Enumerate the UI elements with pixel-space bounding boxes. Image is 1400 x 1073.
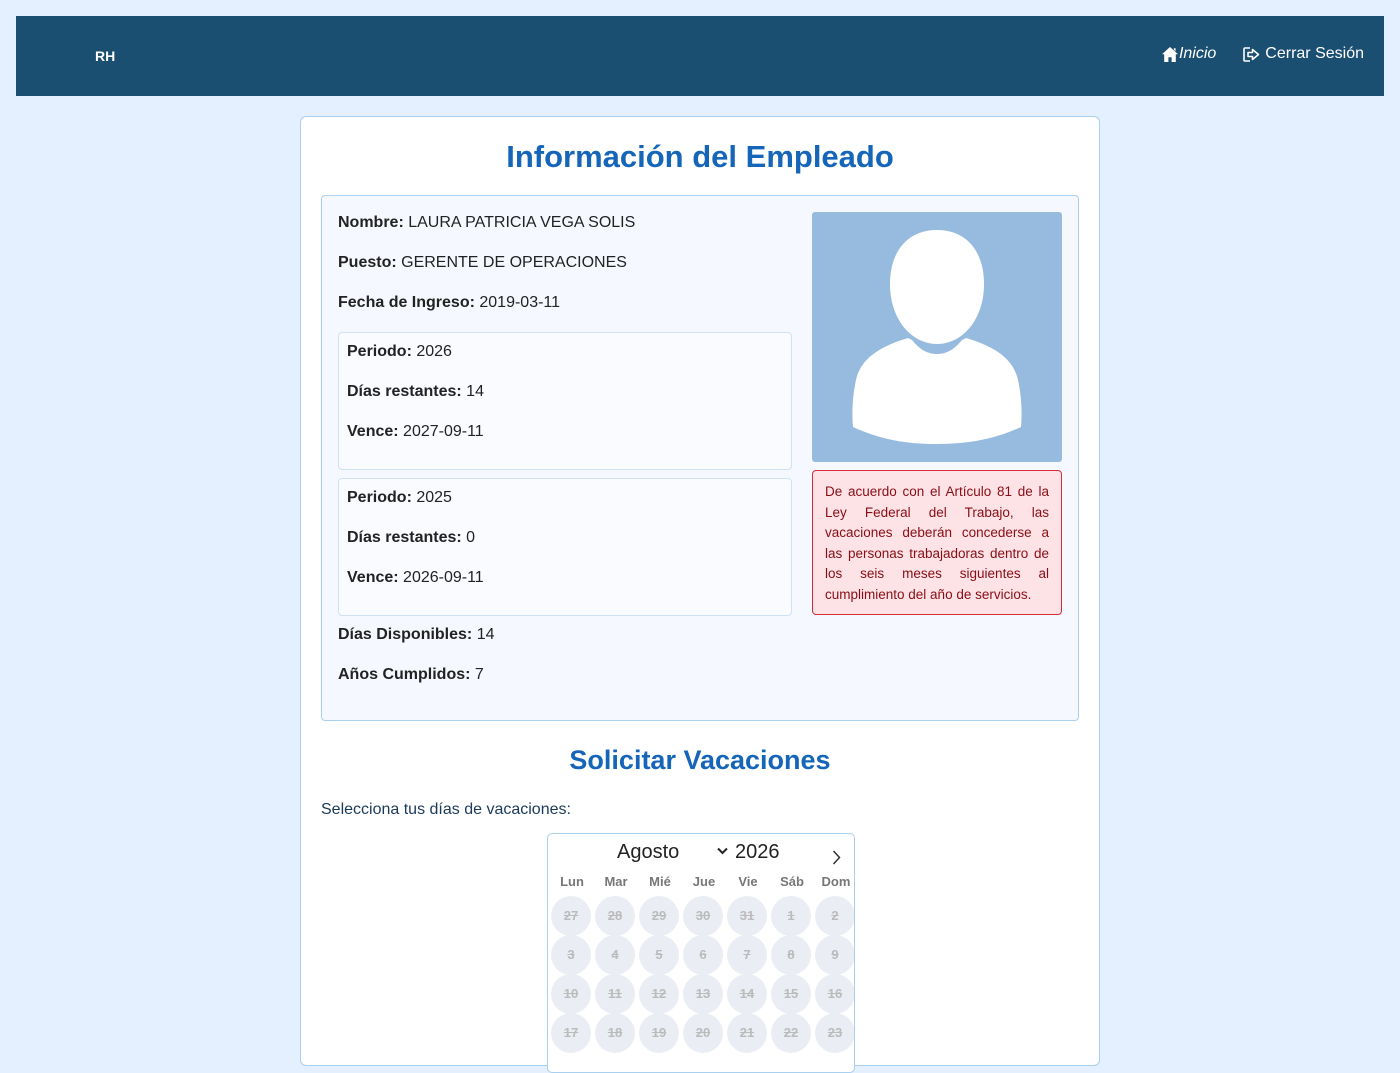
position-label: Puesto:	[338, 254, 397, 271]
main-card: Información del Empleado Nombre: LAURA P…	[300, 116, 1100, 1073]
calendar-day-disabled[interactable]: 8	[771, 935, 811, 975]
weekday-label: Sáb	[780, 874, 804, 889]
hire-date-label: Fecha de Ingreso:	[338, 294, 475, 311]
period-label: Periodo:	[347, 343, 412, 360]
weekday-label: Jue	[692, 874, 716, 889]
weekday-label: Vie	[738, 874, 758, 889]
calendar-day-disabled[interactable]: 28	[595, 896, 635, 936]
period-card: Periodo: 2025 Días restantes: 0 Vence: 2…	[338, 478, 792, 616]
page-title: Información del Empleado	[506, 139, 894, 174]
calendar-day-disabled[interactable]: 16	[815, 974, 854, 1014]
chevron-right-icon[interactable]	[832, 850, 841, 865]
years-completed-label: Años Cumplidos:	[338, 666, 471, 683]
expires-label: Vence:	[347, 423, 399, 440]
calendar-day-disabled[interactable]: 22	[771, 1013, 811, 1053]
logout-link[interactable]: Cerrar Sesión	[1243, 45, 1364, 63]
calendar-day-disabled[interactable]: 12	[639, 974, 679, 1014]
calendar-day-disabled[interactable]: 3	[551, 935, 591, 975]
period-value: 2025	[416, 489, 452, 506]
calendar-day-disabled[interactable]: 15	[771, 974, 811, 1014]
calendar-day-disabled[interactable]: 4	[595, 935, 635, 975]
nav-home-link[interactable]: Inicio	[1161, 45, 1217, 63]
calendar-day-disabled[interactable]: 29	[639, 896, 679, 936]
weekday-label: Mar	[604, 874, 628, 889]
vacation-section-title: Solicitar Vacaciones	[569, 745, 831, 775]
calendar-day-disabled[interactable]: 11	[595, 974, 635, 1014]
hire-date: 2019-03-11	[479, 294, 561, 311]
calendar-day-disabled[interactable]: 20	[683, 1013, 723, 1053]
period-field: Periodo: 2025	[347, 489, 452, 507]
expires-label: Vence:	[347, 569, 399, 586]
expires-value: 2027-09-11	[403, 423, 484, 440]
calendar-day-disabled[interactable]: 2	[815, 896, 854, 936]
remaining-days-field: Días restantes: 0	[347, 529, 475, 547]
brand-logo[interactable]: RH	[95, 48, 115, 64]
employee-photo-placeholder	[812, 212, 1062, 462]
calendar-day-disabled[interactable]: 18	[595, 1013, 635, 1053]
nav-home-label: Inicio	[1178, 45, 1217, 62]
available-days-field: Días Disponibles: 14	[338, 626, 495, 644]
remaining-days-field: Días restantes: 14	[347, 383, 484, 401]
nav-links: Inicio Cerrar Sesión	[1161, 45, 1364, 63]
period-label: Periodo:	[347, 489, 412, 506]
available-days-label: Días Disponibles:	[338, 626, 473, 643]
calendar-day-disabled[interactable]: 10	[551, 974, 591, 1014]
employee-name: LAURA PATRICIA VEGA SOLIS	[408, 214, 636, 231]
period-value: 2026	[416, 343, 452, 360]
calendar-day-disabled[interactable]: 5	[639, 935, 679, 975]
name-label: Nombre:	[338, 214, 404, 231]
expires-value: 2026-09-11	[403, 569, 484, 586]
expires-field: Vence: 2026-09-11	[347, 569, 484, 587]
calendar-day-disabled[interactable]: 31	[727, 896, 767, 936]
employee-name-field: Nombre: LAURA PATRICIA VEGA SOLIS	[338, 214, 635, 232]
calendar-day-disabled[interactable]: 27	[551, 896, 591, 936]
sign-out-icon	[1243, 46, 1260, 62]
chevron-down-icon[interactable]	[717, 847, 728, 855]
weekday-label: Mié	[649, 874, 671, 889]
logout-label: Cerrar Sesión	[1265, 45, 1364, 62]
calendar-day-disabled[interactable]: 9	[815, 935, 854, 975]
home-icon	[1161, 46, 1178, 62]
year-input[interactable]: 2026	[735, 841, 780, 864]
calendar-day-disabled[interactable]: 7	[727, 935, 767, 975]
weekday-label: Dom	[821, 874, 851, 889]
years-completed-value: 7	[474, 666, 484, 683]
calendar-day-disabled[interactable]: 6	[683, 935, 723, 975]
employee-position: GERENTE DE OPERACIONES	[401, 254, 627, 271]
calendar-day-disabled[interactable]: 30	[683, 896, 723, 936]
expires-field: Vence: 2027-09-11	[347, 423, 484, 441]
user-avatar-icon	[852, 230, 1022, 444]
calendar-day-disabled[interactable]: 13	[683, 974, 723, 1014]
calendar-day-disabled[interactable]: 17	[551, 1013, 591, 1053]
calendar-day-disabled[interactable]: 23	[815, 1013, 854, 1053]
employee-position-field: Puesto: GERENTE DE OPERACIONES	[338, 254, 627, 272]
calendar-day-disabled[interactable]: 19	[639, 1013, 679, 1053]
hire-date-field: Fecha de Ingreso: 2019-03-11	[338, 294, 560, 312]
employee-info-box: Nombre: LAURA PATRICIA VEGA SOLIS Puesto…	[321, 195, 1079, 721]
vacation-select-label: Selecciona tus días de vacaciones:	[321, 801, 571, 818]
period-card: Periodo: 2026 Días restantes: 14 Vence: …	[338, 332, 792, 470]
labor-law-notice: De acuerdo con el Artículo 81 de la Ley …	[812, 470, 1062, 615]
available-days-value: 14	[476, 626, 495, 643]
calendar-day-disabled[interactable]: 14	[727, 974, 767, 1014]
vacation-calendar: Agosto 2026 Lun Mar Mié Jue Vie Sáb Dom 27 28 29…	[547, 833, 855, 1073]
remaining-days-value: 14	[466, 383, 484, 400]
period-field: Periodo: 2026	[347, 343, 452, 361]
month-select[interactable]: Agosto	[617, 841, 679, 864]
navbar: RH Inicio Cerrar Sesión	[16, 16, 1384, 96]
remaining-days-label: Días restantes:	[347, 383, 462, 400]
remaining-days-label: Días restantes:	[347, 529, 462, 546]
calendar-day-disabled[interactable]: 21	[727, 1013, 767, 1053]
weekday-label: Lun	[560, 874, 584, 889]
calendar-day-disabled[interactable]: 1	[771, 896, 811, 936]
years-completed-field: Años Cumplidos: 7	[338, 666, 484, 684]
remaining-days-value: 0	[466, 529, 476, 546]
